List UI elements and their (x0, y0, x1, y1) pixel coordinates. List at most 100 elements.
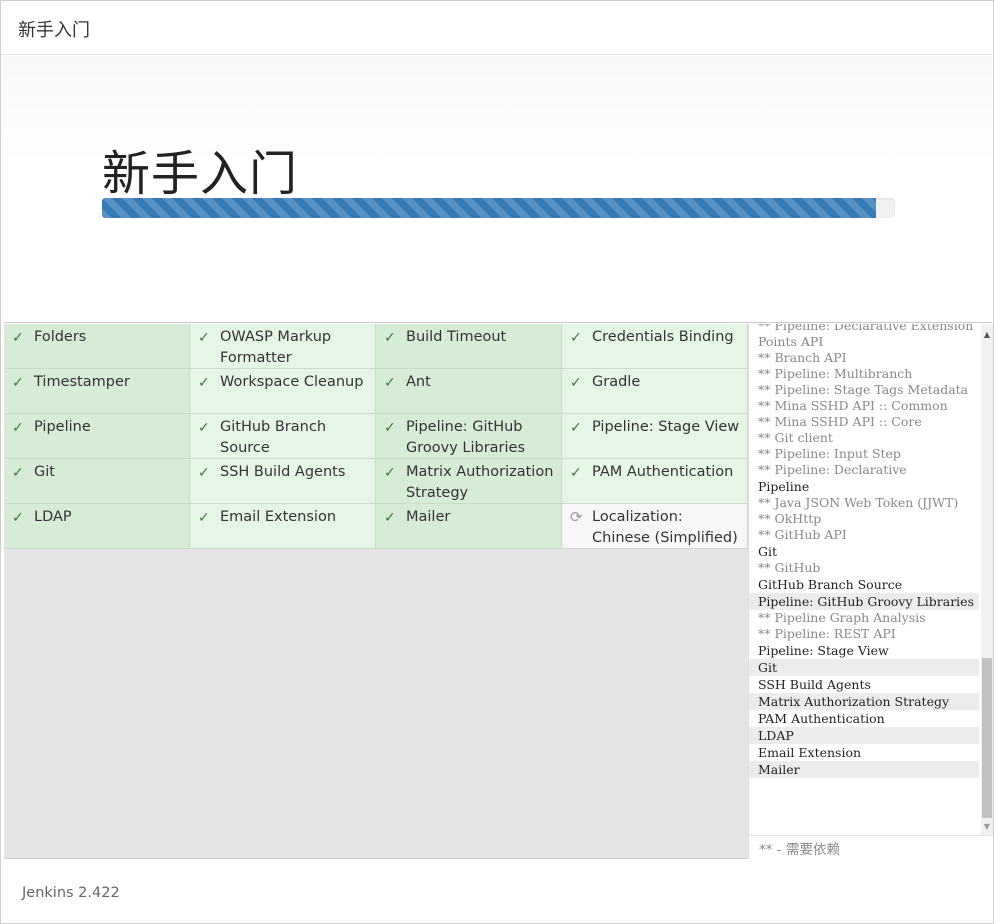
check-icon: ✓ (198, 330, 210, 346)
check-icon: ✓ (12, 375, 24, 391)
jenkins-version: Jenkins 2.422 (22, 885, 120, 901)
plugin-name: Build Timeout (406, 329, 507, 345)
plugin-item: ✓ Build Timeout (376, 324, 562, 369)
plugin-name: Gradle (592, 374, 641, 390)
install-log-panel: ** Pipeline: Declarative Extension Point… (748, 324, 993, 859)
check-icon: ✓ (570, 330, 582, 346)
log-line: Pipeline: Stage View (758, 643, 889, 658)
log-scrollbar-thumb[interactable] (982, 658, 992, 818)
check-icon: ✓ (384, 510, 396, 526)
log-line: PAM Authentication (758, 711, 885, 726)
log-line: Git (749, 659, 979, 676)
plugin-name: Git (34, 464, 55, 480)
log-line: Pipeline (758, 479, 810, 494)
plugin-name: GitHub Branch Source (220, 419, 327, 456)
plugin-name: Pipeline: Stage View (592, 419, 740, 435)
plugin-name: Localization: Chinese (Simplified) (592, 509, 738, 546)
plugin-item: ✓ LDAP (4, 504, 190, 549)
plugin-item: ✓ Email Extension (190, 504, 376, 549)
wizard-footer: Jenkins 2.422 (1, 860, 993, 923)
plugin-item: ✓ Pipeline: GitHub Groovy Libraries (376, 414, 562, 459)
log-line: Matrix Authorization Strategy (749, 693, 979, 710)
plugin-item: ✓ OWASP Markup Formatter (190, 324, 376, 369)
log-line: ** Mina SSHD API :: Core (758, 414, 922, 429)
log-line: ** OkHttp (758, 511, 822, 526)
log-line: ** Java JSON Web Token (JJWT) (758, 495, 959, 510)
plugin-name: Workspace Cleanup (220, 374, 364, 390)
log-line: Pipeline: GitHub Groovy Libraries (749, 593, 979, 610)
plugin-item: ✓ PAM Authentication (562, 459, 748, 504)
plugin-item: ✓ Pipeline (4, 414, 190, 459)
plugin-name: Timestamper (34, 374, 130, 390)
install-log-scroll[interactable]: ** Pipeline: Declarative Extension Point… (749, 324, 993, 836)
check-icon: ✓ (384, 375, 396, 391)
scroll-up-arrow-icon[interactable]: ▲ (981, 330, 993, 340)
install-progress-bar (102, 198, 895, 218)
scroll-down-arrow-icon[interactable]: ▼ (981, 822, 993, 832)
check-icon: ✓ (198, 375, 210, 391)
log-line: ** Pipeline: Declarative (758, 462, 907, 477)
plugin-item: ✓ Matrix Authorization Strategy (376, 459, 562, 504)
log-line: ** GitHub (758, 560, 821, 575)
check-icon: ✓ (12, 330, 24, 346)
log-line: LDAP (749, 727, 979, 744)
log-line: GitHub Branch Source (758, 577, 903, 592)
log-line: Git (758, 544, 778, 559)
wizard-header: 新手入门 (1, 1, 993, 55)
log-line: ** Pipeline Graph Analysis (758, 610, 926, 625)
check-icon: ✓ (12, 510, 24, 526)
plugin-name: Mailer (406, 509, 451, 525)
dependency-legend: ** - 需要依赖 (759, 842, 840, 858)
plugin-name: OWASP Markup Formatter (220, 329, 332, 366)
plugin-name: Pipeline (34, 419, 91, 435)
check-icon: ✓ (198, 420, 210, 436)
check-icon: ✓ (570, 420, 582, 436)
plugin-name: LDAP (34, 509, 72, 525)
plugin-name: Credentials Binding (592, 329, 734, 345)
plugin-item: ✓ Gradle (562, 369, 748, 414)
log-line: ** Pipeline: Declarative Extension Point… (758, 324, 974, 349)
plugin-name: Ant (406, 374, 431, 390)
log-line: Email Extension (758, 745, 862, 760)
log-line: ** Pipeline: REST API (758, 626, 896, 641)
log-line: ** Branch API (758, 350, 847, 365)
check-icon: ✓ (570, 375, 582, 391)
plugin-item: ⟳ Localization: Chinese (Simplified) (562, 504, 748, 549)
log-scrollbar[interactable]: ▲ ▼ (981, 324, 993, 835)
install-log-lines: ** Pipeline: Declarative Extension Point… (749, 324, 979, 778)
check-icon: ✓ (12, 420, 24, 436)
log-line: ** Git client (758, 430, 833, 445)
log-line: ** Pipeline: Stage Tags Metadata (758, 382, 969, 397)
plugin-name: Matrix Authorization Strategy (406, 464, 554, 501)
plugin-item: ✓ Workspace Cleanup (190, 369, 376, 414)
install-panel: ✓ Folders ✓ OWASP Markup Formatter ✓ Build Ti… (4, 324, 993, 859)
log-line: Mailer (749, 761, 979, 778)
plugin-item: ✓ GitHub Branch Source (190, 414, 376, 459)
plugin-item: ✓ Mailer (376, 504, 562, 549)
plugin-name: Folders (34, 329, 87, 345)
plugin-name: PAM Authentication (592, 464, 734, 480)
plugin-name: Email Extension (220, 509, 337, 525)
log-line: ** Pipeline: Input Step (758, 446, 901, 461)
check-icon: ✓ (12, 465, 24, 481)
check-icon: ✓ (570, 465, 582, 481)
log-line: SSH Build Agents (758, 677, 871, 692)
check-icon: ✓ (198, 465, 210, 481)
plugin-item: ✓ Folders (4, 324, 190, 369)
plugin-item: ✓ Ant (376, 369, 562, 414)
plugin-item: ✓ SSH Build Agents (190, 459, 376, 504)
setup-wizard-window: 新手入门 新手入门 ✓ Folders ✓ OWASP Markup Formatte… (0, 0, 994, 924)
header-title: 新手入门 (18, 20, 90, 41)
plugin-item: ✓ Git (4, 459, 190, 504)
check-icon: ✓ (384, 330, 396, 346)
jumbotron-title: 新手入门 (102, 146, 299, 202)
plugin-item: ✓ Timestamper (4, 369, 190, 414)
log-line: ** Pipeline: Multibranch (758, 366, 913, 381)
jumbotron: 新手入门 (4, 56, 992, 323)
check-icon: ✓ (198, 510, 210, 526)
log-line: ** Mina SSHD API :: Common (758, 398, 948, 413)
plugin-item: ✓ Credentials Binding (562, 324, 748, 369)
plugin-item: ✓ Pipeline: Stage View (562, 414, 748, 459)
install-progress-fill (102, 198, 876, 218)
plugin-name: SSH Build Agents (220, 464, 346, 480)
